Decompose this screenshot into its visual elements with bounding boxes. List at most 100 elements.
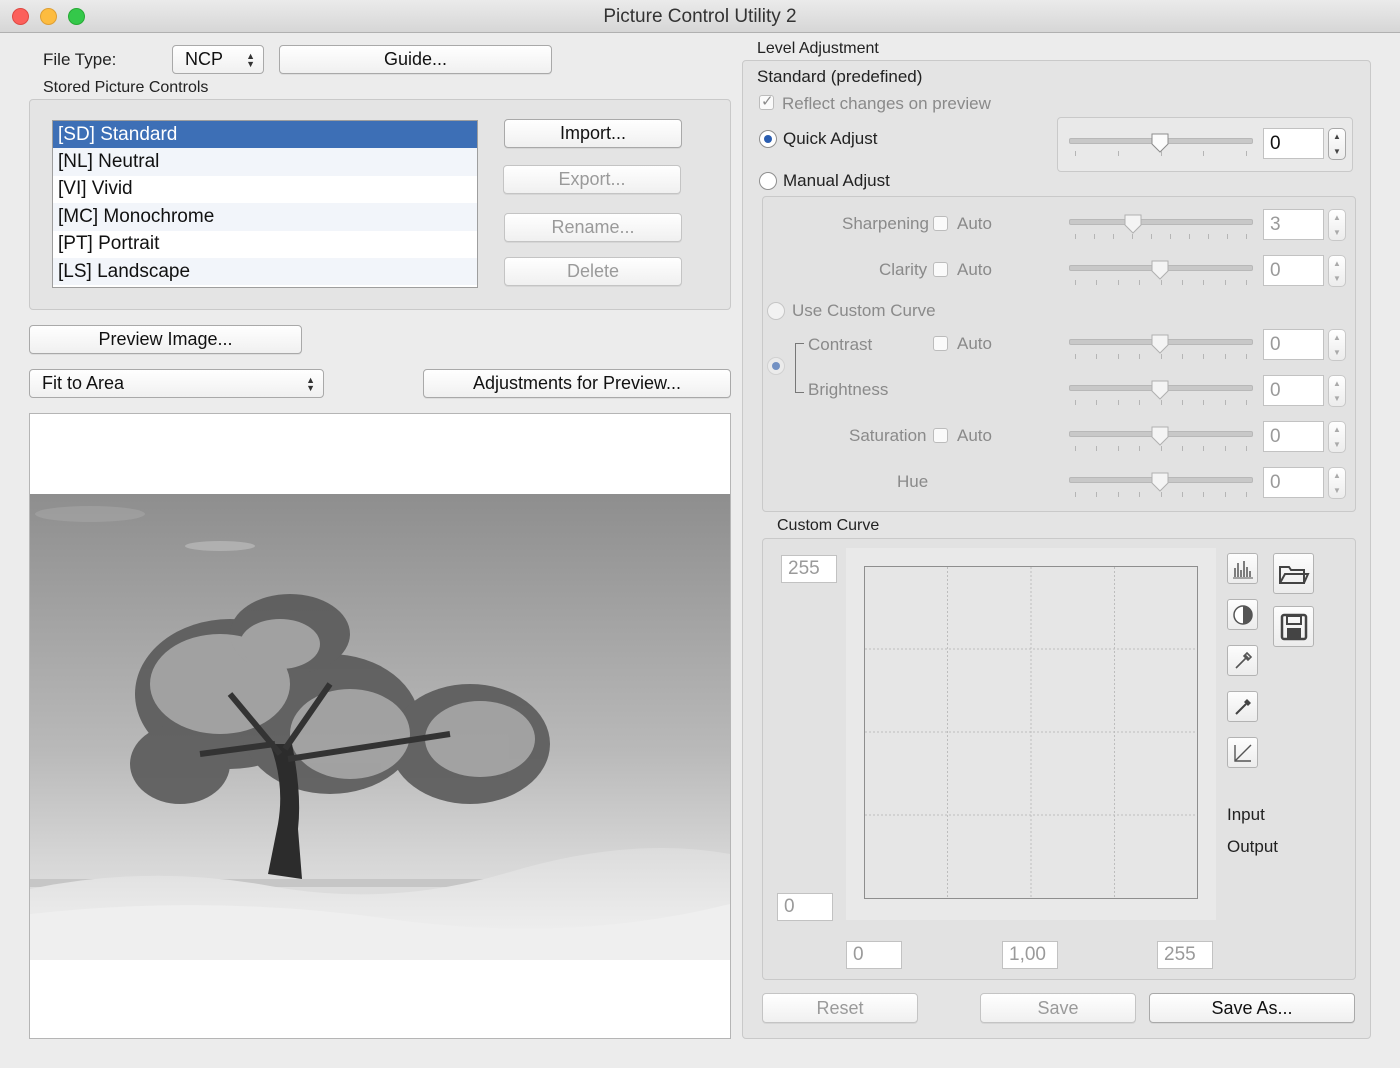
clarity-knob[interactable] [1151,260,1169,280]
contrast-brightness-radio[interactable] [767,357,785,375]
output-max-field[interactable]: 255 [781,555,837,583]
eyedropper-black-icon[interactable] [1227,691,1258,722]
list-item[interactable]: [LS] Landscape [53,257,477,286]
clarity-auto-checkbox[interactable] [933,262,948,277]
level-adjustment-label: Level Adjustment [757,40,879,57]
window-title: Picture Control Utility 2 [603,6,797,27]
bracket-line [795,343,804,393]
slider-ticks [1075,354,1247,360]
hue-label: Hue [897,472,929,491]
brightness-stepper[interactable]: ▲ ▼ [1328,375,1346,407]
save-disk-icon[interactable] [1273,606,1314,647]
saturation-value[interactable]: 0 [1263,421,1324,452]
hue-knob[interactable] [1151,472,1169,492]
saturation-knob[interactable] [1151,426,1169,446]
hue-value[interactable]: 0 [1263,467,1324,498]
sharpening-stepper[interactable]: ▲ ▼ [1328,209,1346,241]
sharpening-knob[interactable] [1124,214,1142,234]
fit-select[interactable]: Fit to Area ▲ ▼ [29,369,324,398]
input-max-field[interactable]: 255 [1157,941,1213,969]
preview-image-button[interactable]: Preview Image... [29,325,302,354]
slider-ticks [1075,151,1247,157]
reflect-changes-checkbox[interactable]: ✓ [759,93,774,110]
quick-adjust-label: Quick Adjust [783,129,878,148]
sharpening-value[interactable]: 3 [1263,209,1324,240]
brightness-knob[interactable] [1151,380,1169,400]
adjustments-for-preview-button[interactable]: Adjustments for Preview... [423,369,731,398]
list-item[interactable]: [MC] Monochrome [53,203,477,231]
use-custom-curve-radio[interactable] [767,302,785,320]
contrast-circle-icon[interactable] [1227,599,1258,630]
clarity-value[interactable]: 0 [1263,255,1324,286]
quick-adjust-radio[interactable] [759,130,777,148]
export-button[interactable]: Export... [503,165,681,194]
contrast-knob[interactable] [1151,334,1169,354]
updown-arrows-icon: ▲ ▼ [306,374,315,393]
sharpening-auto-checkbox[interactable] [933,216,948,231]
list-item[interactable]: [PT] Portrait [53,231,477,258]
clarity-label: Clarity [879,260,928,279]
eyedropper-white-icon[interactable] [1227,645,1258,676]
guide-button[interactable]: Guide... [279,45,552,74]
manual-adjust-radio[interactable] [759,172,777,190]
preview-photo [30,494,730,960]
contrast-stepper[interactable]: ▲ ▼ [1328,329,1346,361]
input-min-field[interactable]: 0 [846,941,902,969]
contrast-label: Contrast [808,335,873,354]
slider-ticks [1075,492,1247,498]
import-button[interactable]: Import... [504,119,682,148]
file-type-select[interactable]: NCP ▲ ▼ [172,45,264,74]
clarity-stepper[interactable]: ▲ ▼ [1328,255,1346,287]
saturation-label: Saturation [849,426,927,445]
saturation-stepper[interactable]: ▲ ▼ [1328,421,1346,453]
sharpening-label: Sharpening [842,214,929,233]
saturation-auto-checkbox[interactable] [933,428,948,443]
clarity-auto-label: Auto [957,260,992,279]
manual-adjust-label: Manual Adjust [783,171,890,190]
quick-adjust-knob[interactable] [1151,133,1169,153]
contrast-auto-label: Auto [957,334,992,353]
reset-button[interactable]: Reset [762,993,918,1023]
open-folder-icon[interactable] [1273,553,1314,594]
list-item[interactable]: [SD] Standard [53,121,477,149]
output-label: Output [1227,837,1279,856]
brightness-label: Brightness [808,380,889,399]
save-button[interactable]: Save [980,993,1136,1023]
file-type-value: NCP [185,49,224,69]
title-bar: Picture Control Utility 2 [0,0,1400,33]
histogram-icon[interactable] [1227,553,1258,584]
sharpening-slider[interactable] [1069,219,1253,225]
preview-area [29,413,731,1039]
input-label: Input [1227,805,1265,824]
contrast-auto-checkbox[interactable] [933,336,948,351]
list-item[interactable]: [VI] Vivid [53,176,477,203]
custom-curve-label: Custom Curve [777,517,880,534]
sharpening-auto-label: Auto [957,214,992,233]
quick-adjust-value[interactable]: 0 [1263,128,1324,159]
contrast-value[interactable]: 0 [1263,329,1324,360]
hue-stepper[interactable]: ▲ ▼ [1328,467,1346,499]
list-item[interactable]: [NL] Neutral [53,148,477,176]
reflect-changes-label: Reflect changes on preview [782,94,991,113]
slider-ticks [1075,234,1247,240]
fit-value: Fit to Area [42,373,125,393]
slider-ticks [1075,446,1247,452]
save-as-button[interactable]: Save As... [1149,993,1355,1023]
picture-control-list[interactable]: [SD] Standard [NL] Neutral [VI] Vivid [M… [52,120,478,288]
updown-arrows-icon: ▲ ▼ [246,50,255,69]
checkmark-icon: ✓ [761,93,774,110]
gamma-field[interactable]: 1,00 [1002,941,1058,969]
curve-graph[interactable] [864,566,1198,900]
brightness-value[interactable]: 0 [1263,375,1324,406]
slider-ticks [1075,280,1247,286]
quick-adjust-stepper[interactable]: ▲ ▼ [1328,128,1346,160]
delete-button[interactable]: Delete [504,257,682,286]
stored-controls-label: Stored Picture Controls [43,79,209,96]
saturation-auto-label: Auto [957,426,992,445]
rename-button[interactable]: Rename... [504,213,682,242]
slider-ticks [1075,400,1247,406]
file-type-label: File Type: [43,50,117,69]
output-min-field[interactable]: 0 [777,893,833,921]
reset-curve-icon[interactable] [1227,737,1258,768]
predefined-title: Standard (predefined) [757,67,923,86]
